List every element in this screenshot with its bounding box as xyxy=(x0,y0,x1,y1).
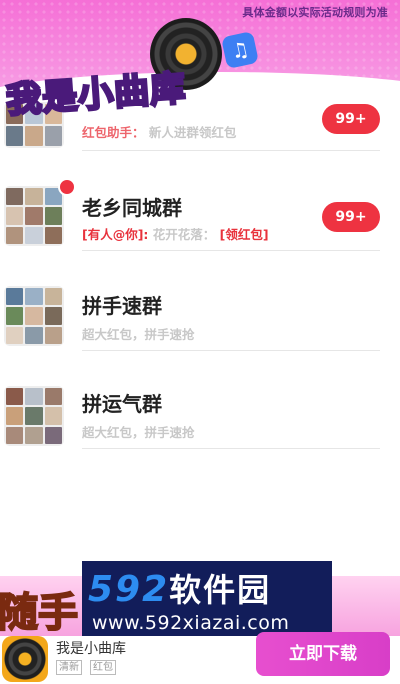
unread-badge: 99+ xyxy=(322,202,380,232)
group-subtitle: 超大红包，拼手速抢 xyxy=(82,425,195,440)
list-item[interactable]: 拼运气群 超大红包，拼手速抢 xyxy=(0,386,400,456)
download-ad-bar[interactable]: 我是小曲库 清新 红包 立即下载 xyxy=(0,632,400,684)
disclaimer-text: 具体金额以实际活动规则为准 xyxy=(242,6,388,19)
group-avatar xyxy=(4,186,64,246)
unread-badge: 99+ xyxy=(322,104,380,134)
group-title: 老乡同城群 xyxy=(82,196,182,220)
divider xyxy=(82,448,380,449)
ad-app-name: 我是小曲库 xyxy=(56,641,126,657)
divider xyxy=(82,350,380,351)
ad-tag: 清新 xyxy=(56,660,82,675)
group-avatar xyxy=(4,386,64,446)
unread-dot xyxy=(58,178,76,196)
group-title: 拼手速群 xyxy=(82,294,162,318)
ad-tag: 红包 xyxy=(90,660,116,675)
group-subtitle: [有人@你]: 花开花落： [领红包] xyxy=(82,227,269,242)
list-item[interactable]: 老乡同城群 [有人@你]: 花开花落： [领红包] 99+ xyxy=(0,178,400,254)
watermark-url: www.592xiazai.com xyxy=(92,612,290,634)
download-button[interactable]: 立即下载 xyxy=(256,632,390,676)
promo-text: 随手 xyxy=(0,589,79,637)
watermark: 592软件园 www.592xiazai.com xyxy=(82,561,332,637)
divider xyxy=(82,150,380,151)
list-item[interactable]: 拼手速群 超大红包，拼手速抢 xyxy=(0,286,400,356)
group-subtitle: 超大红包，拼手速抢 xyxy=(82,327,195,342)
group-title: 拼运气群 xyxy=(82,392,162,416)
group-subtitle: 红包助手： 新人进群领红包 xyxy=(82,125,237,140)
group-avatar xyxy=(4,286,64,346)
divider xyxy=(82,250,380,251)
watermark-logo: 592软件园 xyxy=(88,569,272,610)
app-icon xyxy=(2,636,48,682)
